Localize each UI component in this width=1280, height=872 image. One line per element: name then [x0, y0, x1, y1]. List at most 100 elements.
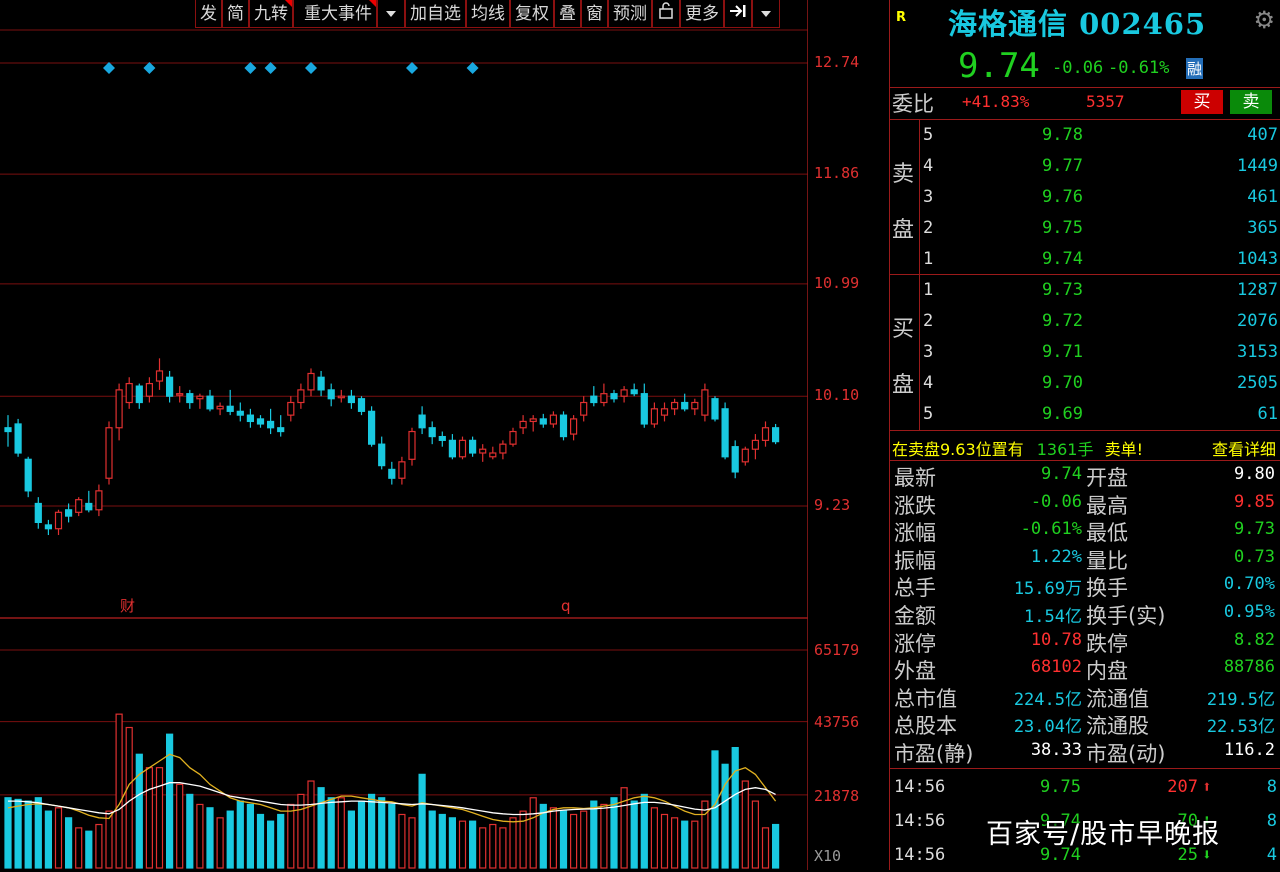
candle-body	[428, 427, 436, 438]
bid-price: 9.70	[1042, 373, 1083, 393]
stat-label: 换手(实)	[1086, 604, 1166, 628]
stat-label: 开盘	[1086, 466, 1128, 490]
toolbar-button-ma[interactable]: 均线	[466, 0, 510, 28]
bid-volume: 61	[1257, 404, 1278, 424]
volume-tick: 65179	[814, 641, 860, 659]
stat-label: 涨跌	[894, 493, 936, 518]
buy-button[interactable]: 买	[1181, 90, 1223, 114]
price-tick: 12.74	[814, 53, 860, 71]
bid-volume: 2505	[1237, 373, 1278, 393]
volume-bar	[549, 807, 558, 869]
bid-price: 9.69	[1042, 404, 1083, 424]
candle-body	[479, 448, 487, 454]
toolbar-button-major-events[interactable]: 重大事件	[293, 0, 377, 28]
stat-value: 9.85	[1234, 491, 1275, 512]
volume-bar	[24, 800, 32, 869]
candle-body	[256, 418, 265, 425]
tick-volume: 207	[1167, 777, 1198, 797]
candle-body	[145, 382, 153, 397]
gear-icon[interactable]: ⚙	[1253, 6, 1275, 34]
big-order-notice[interactable]: 在卖盘9.63位置有 1361手 卖单! 查看详细	[892, 436, 1278, 460]
candle-body	[155, 370, 164, 382]
candle-body	[226, 405, 234, 412]
view-detail-link[interactable]: 查看详细	[1212, 436, 1276, 460]
candle-body	[761, 427, 770, 441]
price-tick: 10.10	[814, 386, 860, 404]
candle-body	[458, 439, 467, 458]
volume-bar	[418, 773, 426, 869]
bid-row[interactable]: 2 9.72 2076	[920, 306, 1278, 337]
r-badge: R	[896, 10, 907, 25]
collapse-icon[interactable]	[724, 0, 752, 28]
volume-bar	[176, 783, 184, 869]
candle-body	[670, 401, 679, 410]
ask-row[interactable]: 4 9.77 1449	[920, 151, 1278, 182]
tick-price: 9.75	[1040, 777, 1081, 797]
ask-row[interactable]: 5 9.78 407	[920, 120, 1278, 151]
bid-row[interactable]: 5 9.69 61	[920, 399, 1278, 430]
price-change: -0.06	[1052, 58, 1104, 78]
candle-body	[489, 452, 497, 458]
event-marker-icon	[305, 62, 317, 74]
stat-value: 15.69万	[1013, 579, 1082, 600]
candle-body	[206, 395, 214, 410]
volume-bar	[711, 750, 719, 869]
toolbar-button-overlay[interactable]: 叠	[554, 0, 581, 28]
candle-body	[115, 389, 123, 429]
toolbar-button-add-watchlist[interactable]: 加自选	[405, 0, 466, 28]
volume-bar	[206, 807, 214, 869]
bid-volume: 2076	[1237, 311, 1278, 331]
chevron-down-icon[interactable]	[377, 0, 405, 28]
stat-value: 0.95%	[1223, 602, 1275, 622]
volume-bar	[610, 797, 618, 869]
bid-price: 9.73	[1042, 280, 1083, 300]
stat-value: 0.73	[1234, 546, 1275, 567]
volume-bar	[186, 793, 194, 869]
chart-toolbar: 发 简 九转 重大事件 加自选 均线 复权 叠 窗 预测 更多	[195, 0, 807, 30]
price-axis: 12.74 11.86 10.99 10.10 9.23 65179 43756…	[808, 0, 888, 870]
quote-panel: R 海格通信 002465 ⚙ 9.74 -0.06 -0.61% 融 委比 +…	[889, 0, 1280, 870]
stat-value: 9.80	[1234, 464, 1275, 484]
tick-count: 8	[1266, 811, 1277, 831]
volume-bar	[216, 817, 224, 869]
candle-body	[54, 511, 63, 530]
ask-row[interactable]: 3 9.76 461	[920, 182, 1278, 213]
toolbar-button-window[interactable]: 窗	[581, 0, 608, 28]
toolbar-button-forecast[interactable]: 预测	[608, 0, 652, 28]
notice-text: 在卖盘9.63位置有	[892, 440, 1024, 459]
volume-bar	[721, 763, 729, 869]
event-marker-icon	[244, 62, 257, 74]
chevron-down-icon[interactable]	[752, 0, 780, 28]
volume-bar	[479, 827, 487, 869]
volume-bar	[75, 827, 83, 869]
stat-value: 38.33	[1030, 740, 1082, 760]
bid-row[interactable]: 3 9.71 3153	[920, 337, 1278, 368]
ask-price: 9.75	[1042, 218, 1083, 238]
kline-chart[interactable]: 财q	[0, 0, 808, 870]
candle-body	[267, 420, 275, 429]
candle-body	[176, 393, 184, 396]
volume-bar	[529, 797, 537, 869]
ask-row[interactable]: 2 9.75 365	[920, 213, 1278, 244]
margin-badge[interactable]: 融	[1186, 58, 1204, 79]
stat-value: 68102	[1030, 657, 1082, 678]
volume-bar	[438, 813, 446, 869]
ask-volume: 365	[1247, 218, 1278, 238]
candle-body	[499, 443, 507, 454]
toolbar-button-jiuzhuan[interactable]: 九转	[249, 0, 293, 28]
toolbar-button-adjust[interactable]: 复权	[510, 0, 554, 28]
finance-mark: 财	[120, 597, 135, 615]
volume-bar	[469, 820, 477, 869]
lock-icon[interactable]	[652, 0, 680, 28]
bid-row[interactable]: 4 9.70 2505	[920, 368, 1278, 399]
volume-bar	[448, 817, 456, 869]
volume-bar	[125, 726, 133, 869]
toolbar-button-fa[interactable]: 发	[195, 0, 222, 28]
sell-button[interactable]: 卖	[1230, 90, 1272, 114]
toolbar-button-more[interactable]: 更多	[680, 0, 724, 28]
bid-row[interactable]: 1 9.73 1287	[920, 275, 1278, 306]
event-marker-icon	[264, 62, 277, 74]
toolbar-button-jian[interactable]: 简	[222, 0, 249, 28]
stat-label: 量比	[1086, 548, 1128, 573]
ask-row[interactable]: 1 9.74 1043	[920, 244, 1278, 275]
